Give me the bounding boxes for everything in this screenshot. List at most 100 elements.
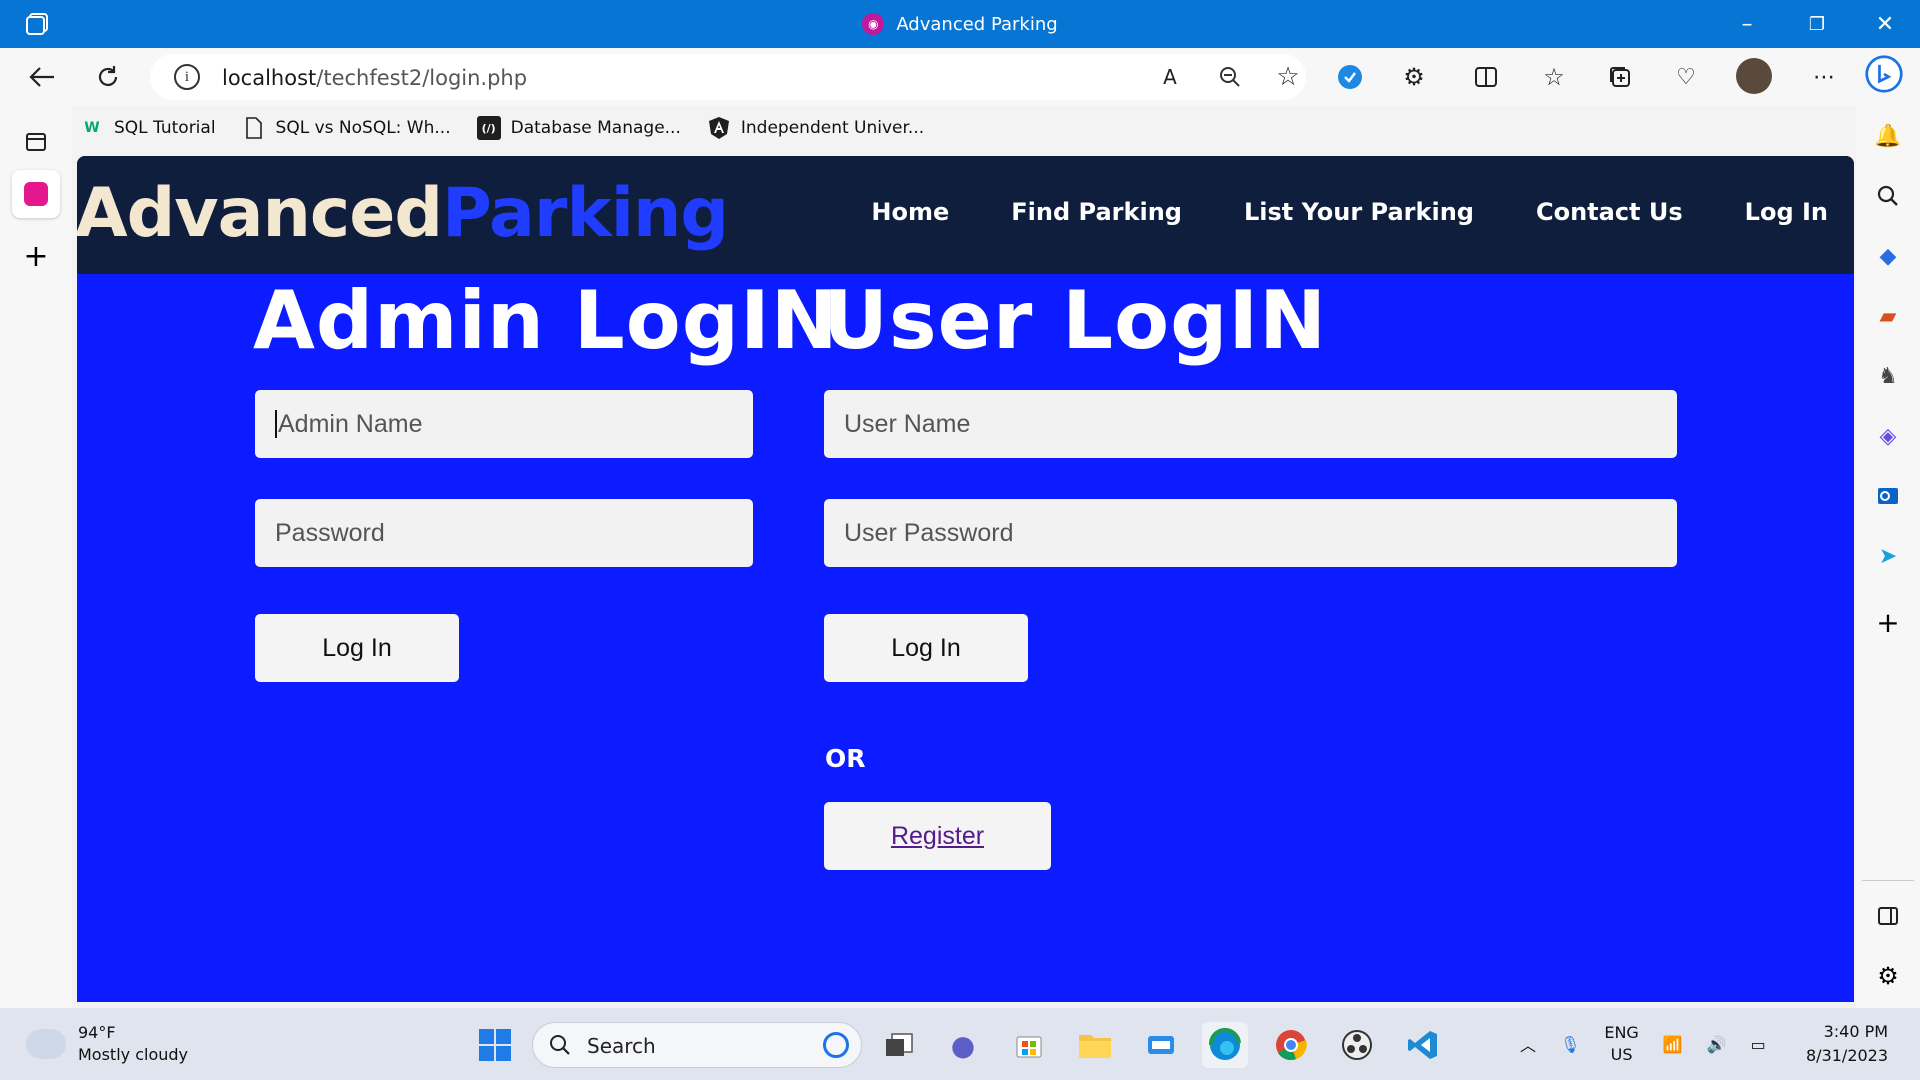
clock-date: 8/31/2023	[1806, 1046, 1889, 1065]
bookmark-item[interactable]: W SQL Tutorial	[80, 116, 215, 140]
logo-part-advanced: Advanced	[77, 174, 443, 253]
user-password-input[interactable]: User Password	[824, 499, 1677, 567]
language-code: ENG	[1604, 1023, 1639, 1042]
bookmark-item[interactable]: (/) Database Manage...	[476, 116, 681, 140]
text-cursor	[275, 410, 277, 438]
hide-sidebar-icon[interactable]	[1868, 896, 1908, 936]
user-name-placeholder: User Name	[844, 409, 971, 438]
add-sidebar-app-icon[interactable]: +	[1868, 602, 1908, 642]
bookmark-label: SQL vs NoSQL: Wh...	[275, 118, 451, 138]
games-icon[interactable]: ♞	[1868, 356, 1908, 396]
user-login-button[interactable]: Log In	[824, 614, 1028, 682]
weather-widget[interactable]: 94°F Mostly cloudy	[26, 1022, 188, 1066]
nav-contact-us[interactable]: Contact Us	[1536, 198, 1683, 226]
minimize-button[interactable]: –	[1712, 0, 1782, 48]
codecademy-icon: (/)	[476, 116, 501, 140]
teams-chat-icon[interactable]: ●	[940, 1022, 986, 1068]
task-view-icon[interactable]	[876, 1022, 922, 1068]
read-aloud-icon[interactable]: A	[1150, 57, 1190, 97]
notifications-bell-icon[interactable]: 🔔	[1868, 116, 1908, 156]
admin-name-input[interactable]: Admin Name	[255, 390, 753, 458]
nav-list-your-parking[interactable]: List Your Parking	[1244, 198, 1474, 226]
system-tray: ︿ 🎙 ENG US 📶 🔊 ▭	[1520, 1018, 1766, 1070]
extension-shield-icon[interactable]	[1330, 57, 1370, 97]
refresh-icon[interactable]	[88, 57, 128, 97]
collections-icon[interactable]	[1600, 57, 1640, 97]
nav-log-in[interactable]: Log In	[1745, 198, 1828, 226]
user-password-placeholder: User Password	[844, 518, 1014, 547]
site-logo[interactable]: AdvancedParking	[77, 174, 729, 253]
app-window-icon[interactable]	[1138, 1022, 1184, 1068]
battery-icon[interactable]: ▭	[1751, 1035, 1766, 1054]
zoom-icon[interactable]	[1210, 57, 1250, 97]
new-tab-icon[interactable]: +	[16, 236, 56, 276]
site-navbar: AdvancedParking Home Find Parking List Y…	[77, 156, 1854, 274]
bookmark-item[interactable]: SQL vs NoSQL: Wh...	[242, 116, 451, 140]
vscode-icon[interactable]	[1400, 1022, 1446, 1068]
extensions-icon[interactable]: ⚙	[1394, 57, 1434, 97]
edge-browser-icon[interactable]	[1202, 1022, 1248, 1068]
tray-overflow-chevron-icon[interactable]: ︿	[1520, 1032, 1536, 1056]
site-favicon-icon	[24, 182, 48, 206]
microsoft-365-icon[interactable]: ◈	[1868, 416, 1908, 456]
language-region: US	[1610, 1045, 1633, 1064]
bookmark-label: Independent Univer...	[740, 118, 925, 138]
outlook-icon[interactable]	[1868, 476, 1908, 516]
bookmark-item[interactable]: Independent Univer...	[707, 116, 924, 140]
browser-essentials-icon[interactable]: ♡	[1666, 57, 1706, 97]
settings-gear-icon[interactable]: ⚙	[1868, 956, 1908, 996]
register-link[interactable]: Register	[891, 822, 984, 851]
bookmark-label: Database Manage...	[510, 118, 681, 138]
weather-condition: Mostly cloudy	[78, 1045, 188, 1064]
windows-start-icon[interactable]	[472, 1022, 518, 1068]
close-button[interactable]: ✕	[1850, 0, 1920, 48]
tab-panel-icon[interactable]	[16, 122, 56, 162]
chrome-icon[interactable]	[1268, 1022, 1314, 1068]
register-button[interactable]: Register	[824, 802, 1051, 870]
edge-sidebar: 🔔 ◆ ▰ ♞ ◈ ➤ + ⚙	[1856, 106, 1920, 1008]
admin-password-input[interactable]: Password	[255, 499, 753, 567]
taskbar-search-box[interactable]: Search	[532, 1022, 862, 1068]
more-options-icon[interactable]: ⋯	[1804, 57, 1844, 97]
admin-login-heading: Admin LogIN	[253, 274, 839, 367]
tools-icon[interactable]: ▰	[1868, 296, 1908, 336]
nav-home[interactable]: Home	[871, 198, 949, 226]
favorites-icon[interactable]: ☆	[1534, 57, 1574, 97]
bing-copilot-icon[interactable]	[1864, 54, 1904, 94]
shopping-tag-icon[interactable]: ◆	[1868, 236, 1908, 276]
nav-find-parking[interactable]: Find Parking	[1011, 198, 1182, 226]
search-icon	[549, 1034, 571, 1060]
sidebar-divider	[1862, 880, 1914, 881]
microphone-icon[interactable]: 🎙	[1560, 1035, 1580, 1054]
back-icon[interactable]	[22, 57, 62, 97]
user-name-input[interactable]: User Name	[824, 390, 1677, 458]
site-info-icon[interactable]: i	[174, 64, 200, 90]
search-icon[interactable]	[1868, 176, 1908, 216]
admin-login-button[interactable]: Log In	[255, 614, 459, 682]
restore-button[interactable]: ❐	[1782, 0, 1852, 48]
search-label: Search	[587, 1034, 656, 1058]
drop-send-icon[interactable]: ➤	[1868, 536, 1908, 576]
favorite-star-icon[interactable]: ☆	[1268, 57, 1308, 97]
language-indicator[interactable]: ENG US	[1604, 1022, 1638, 1066]
url-host: localhost	[222, 66, 317, 90]
window-titlebar: ◉ Advanced Parking – ❐ ✕	[0, 0, 1920, 48]
microsoft-store-icon[interactable]	[1006, 1022, 1052, 1068]
window-title: ◉ Advanced Parking	[0, 0, 1920, 48]
volume-icon[interactable]: 🔊	[1707, 1035, 1727, 1054]
or-separator: OR	[825, 744, 866, 773]
w3schools-icon: W	[84, 120, 100, 136]
profile-avatar[interactable]	[1736, 58, 1772, 94]
obs-icon[interactable]	[1334, 1022, 1380, 1068]
split-screen-icon[interactable]	[1466, 57, 1506, 97]
address-bar[interactable]: i localhost/techfest2/login.php A ☆	[150, 54, 1306, 100]
wifi-icon[interactable]: 📶	[1663, 1035, 1683, 1054]
url-path: /techfest2/login.php	[316, 66, 528, 90]
bing-icon	[823, 1032, 849, 1058]
active-tab[interactable]	[12, 170, 60, 218]
admin-password-placeholder: Password	[275, 518, 385, 547]
taskbar-clock[interactable]: 3:40 PM 8/31/2023	[1806, 1020, 1888, 1068]
url-text[interactable]: localhost/techfest2/login.php	[222, 66, 527, 90]
cloudy-weather-icon	[26, 1029, 66, 1059]
file-explorer-icon[interactable]	[1072, 1022, 1118, 1068]
